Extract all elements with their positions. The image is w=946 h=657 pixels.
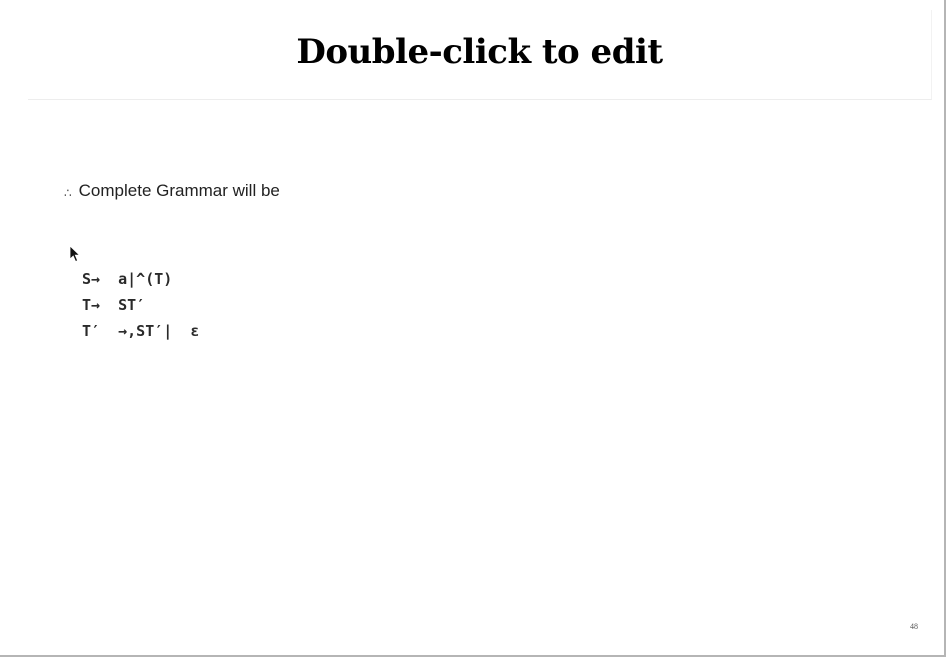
grammar-rule-t: T→ ST′ — [82, 296, 146, 314]
slide-title[interactable]: Double-click to edit — [296, 32, 663, 72]
bullet-line: ∴ Complete Grammar will be — [64, 181, 280, 201]
bullet-text: Complete Grammar will be — [78, 181, 280, 200]
title-placeholder[interactable]: Double-click to edit — [28, 10, 932, 100]
mouse-pointer-icon — [69, 245, 81, 263]
grammar-rules: S→ a|^(T) T→ ST′ T′ →,ST′| ε — [82, 266, 199, 344]
grammar-rule-s: S→ a|^(T) — [82, 270, 173, 288]
slide-canvas: Double-click to edit ∴ Complete Grammar … — [0, 0, 946, 657]
page-number: 48 — [910, 622, 918, 631]
grammar-rule-t-prime: T′ →,ST′| ε — [82, 322, 200, 340]
therefore-symbol: ∴ — [64, 185, 72, 200]
